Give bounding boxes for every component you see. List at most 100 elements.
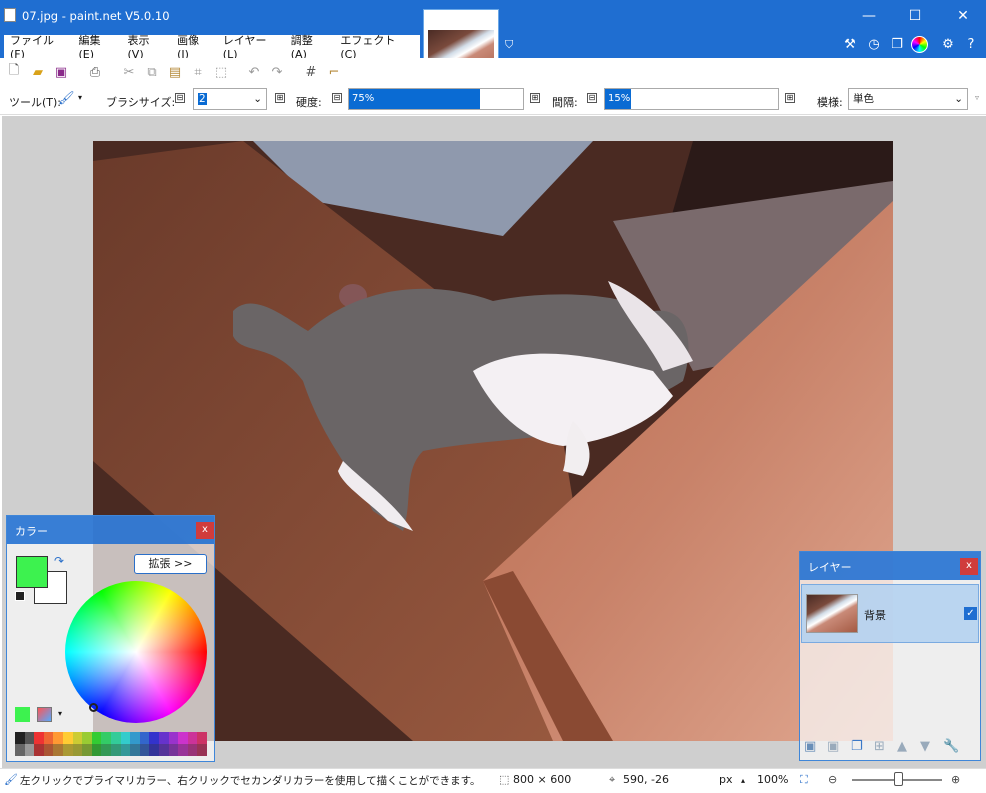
hardness-decrease-button[interactable]: ⊟ — [332, 93, 342, 103]
palette-swatch[interactable] — [91, 744, 102, 756]
palette-swatch[interactable] — [139, 732, 150, 744]
palette-swatch[interactable] — [15, 732, 25, 744]
hardness-slider[interactable]: 75% — [348, 88, 524, 110]
pattern-select[interactable]: 単色 ⌄ — [848, 88, 968, 110]
palette-swatch[interactable] — [159, 732, 169, 744]
palette-swatch[interactable] — [159, 744, 169, 756]
palette-swatch[interactable] — [178, 744, 188, 756]
cut-icon[interactable]: ✂ — [120, 63, 138, 81]
zoom-in-icon[interactable]: ⊕ — [951, 773, 960, 786]
save-icon[interactable]: ▣ — [52, 63, 70, 81]
add-palette-color-icon[interactable] — [15, 707, 30, 722]
palette-swatch[interactable] — [101, 744, 111, 756]
layers-window-icon[interactable]: ❐ — [887, 34, 907, 54]
reset-colors-icon[interactable] — [15, 591, 25, 601]
palette-swatch[interactable] — [34, 744, 44, 756]
new-file-icon[interactable]: 🗋 — [5, 63, 23, 81]
palette-swatch[interactable] — [43, 744, 54, 756]
deselect-icon[interactable]: ⬚ — [212, 63, 230, 81]
undo-icon[interactable]: ↶ — [245, 63, 263, 81]
paste-icon[interactable]: ▤ — [166, 63, 184, 81]
menu-image[interactable]: 画像(I) — [177, 32, 208, 61]
brush-size-increase-button[interactable]: ⊞ — [275, 93, 285, 103]
menu-edit[interactable]: 編集(E) — [78, 32, 112, 61]
palette-swatch[interactable] — [178, 732, 188, 744]
palette-swatch[interactable] — [72, 744, 83, 756]
palette-swatch[interactable] — [149, 732, 159, 744]
palette-swatch[interactable] — [120, 732, 131, 744]
palette-swatch[interactable] — [82, 732, 92, 744]
menu-file[interactable]: ファイル(F) — [10, 32, 63, 61]
palette-dropdown-icon[interactable]: ▾ — [58, 709, 62, 718]
menu-view[interactable]: 表示(V) — [128, 32, 163, 61]
palette-swatch[interactable] — [197, 732, 207, 744]
ruler-icon[interactable]: ⌐ — [325, 63, 343, 81]
palette-swatch[interactable] — [130, 732, 140, 744]
palette-swatch[interactable] — [72, 732, 83, 744]
swap-colors-icon[interactable]: ↷ — [54, 554, 64, 568]
tab-dropdown-icon[interactable]: ⛉ — [505, 38, 513, 52]
print-icon[interactable]: ⎙ — [86, 63, 104, 81]
spacing-increase-button[interactable]: ⊞ — [785, 93, 795, 103]
zoom-to-window-icon[interactable]: ⛶ — [800, 773, 808, 787]
duplicate-layer-icon[interactable]: ❐ — [851, 739, 863, 754]
palette-swatch[interactable] — [149, 744, 159, 756]
colors-window-icon[interactable] — [911, 36, 928, 53]
tool-dropdown-icon[interactable]: ▾ — [78, 93, 82, 102]
copy-icon[interactable]: ⧉ — [143, 63, 161, 81]
palette-swatch[interactable] — [43, 732, 54, 744]
hardness-increase-button[interactable]: ⊞ — [530, 93, 540, 103]
palette-swatch[interactable] — [130, 744, 140, 756]
palette-swatch[interactable] — [24, 744, 35, 756]
layer-visibility-checkbox[interactable]: ✓ — [964, 607, 977, 620]
palette-swatch[interactable] — [53, 744, 63, 756]
palette-swatch[interactable] — [168, 744, 179, 756]
zoom-out-icon[interactable]: ⊖ — [828, 773, 837, 786]
merge-layer-icon[interactable]: ⊞ — [874, 739, 885, 754]
palette-swatch[interactable] — [120, 744, 131, 756]
primary-color-swatch[interactable] — [16, 556, 48, 588]
color-wheel-selector[interactable] — [89, 703, 98, 712]
zoom-slider-thumb[interactable] — [894, 772, 903, 786]
minimize-button[interactable]: — — [846, 0, 892, 32]
spacing-slider[interactable]: 15% — [604, 88, 779, 110]
add-layer-icon[interactable]: ▣ — [804, 739, 816, 754]
palette-swatch[interactable] — [197, 744, 207, 756]
menu-layers[interactable]: レイヤー(L) — [223, 32, 276, 61]
crop-icon[interactable]: ⌗ — [189, 63, 207, 81]
spacing-decrease-button[interactable]: ⊟ — [587, 93, 597, 103]
unit-dropdown-icon[interactable]: ▴ — [741, 776, 745, 785]
expand-button[interactable]: 拡張 >> — [134, 554, 207, 574]
palette-swatch[interactable] — [187, 732, 198, 744]
palette-swatch[interactable] — [168, 732, 179, 744]
menu-adjustments[interactable]: 調整(A) — [291, 32, 326, 61]
move-layer-down-icon[interactable]: ▼ — [920, 739, 930, 754]
palette-swatch[interactable] — [24, 732, 35, 744]
layer-row[interactable]: 背景 ✓ — [801, 584, 979, 643]
unit-select[interactable]: px — [719, 773, 733, 786]
brush-size-select[interactable]: 2 ⌄ — [193, 88, 267, 110]
maximize-button[interactable]: ☐ — [892, 0, 938, 32]
redo-icon[interactable]: ↷ — [268, 63, 286, 81]
help-icon[interactable]: ? — [961, 34, 981, 54]
palette-swatch[interactable] — [15, 744, 25, 756]
history-window-icon[interactable]: ◷ — [864, 34, 884, 54]
grid-icon[interactable]: # — [302, 63, 320, 81]
palette-swatch[interactable] — [111, 732, 121, 744]
close-button[interactable]: ✕ — [940, 0, 986, 32]
delete-layer-icon[interactable]: ▣ — [827, 739, 839, 754]
palette-swatch[interactable] — [91, 732, 102, 744]
palette-menu-icon[interactable] — [37, 707, 52, 722]
palette-swatch[interactable] — [53, 732, 63, 744]
move-layer-up-icon[interactable]: ▲ — [897, 739, 907, 754]
palette-swatch[interactable] — [139, 744, 150, 756]
settings-icon[interactable]: ⚙ — [938, 34, 958, 54]
menu-effects[interactable]: エフェクト(C) — [340, 32, 405, 61]
brush-size-decrease-button[interactable]: ⊟ — [175, 93, 185, 103]
colors-panel-close-button[interactable]: x — [196, 522, 214, 539]
layer-properties-icon[interactable]: 🔧 — [943, 739, 959, 754]
color-palette[interactable] — [15, 732, 207, 756]
palette-swatch[interactable] — [34, 732, 44, 744]
paintbrush-icon[interactable]: 🖌 — [58, 91, 75, 106]
palette-swatch[interactable] — [63, 732, 73, 744]
